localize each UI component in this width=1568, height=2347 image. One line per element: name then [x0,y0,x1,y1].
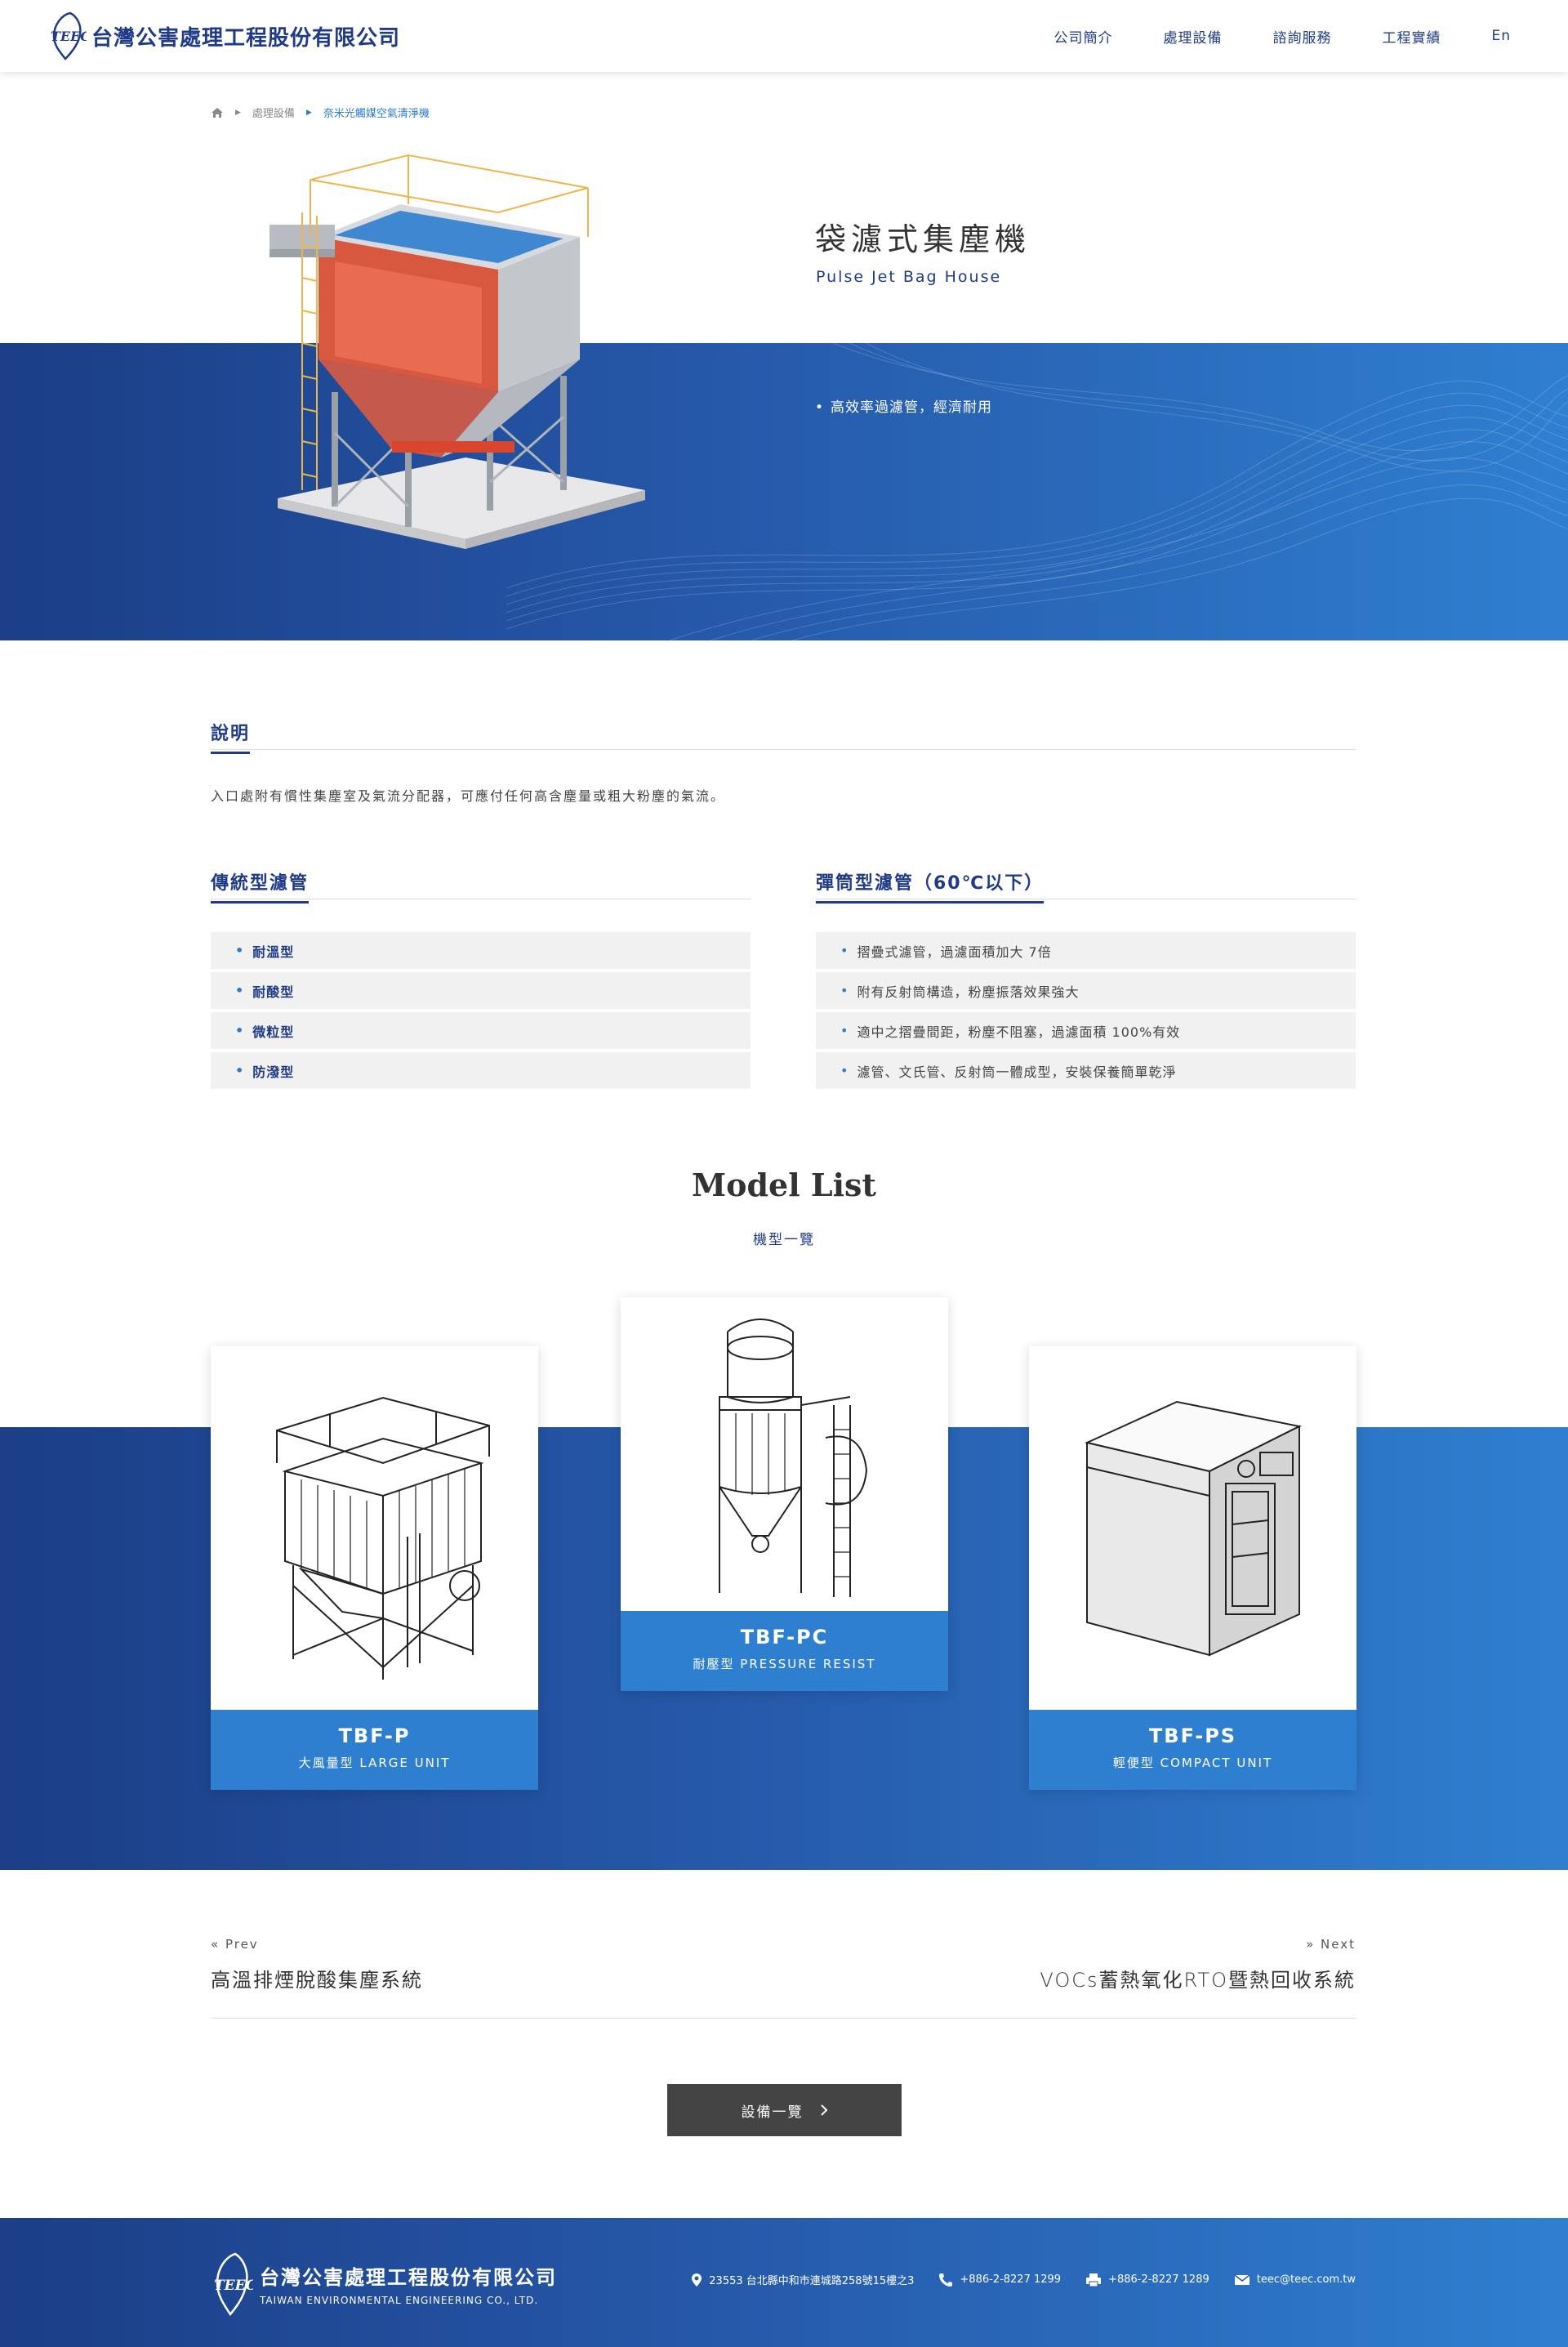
chevron-right-icon [820,2104,827,2116]
main-nav: 公司簡介 處理設備 諮詢服務 工程實績 En [1054,0,1511,72]
divider [211,2018,1356,2019]
equipment-list-label: 設備一覽 [741,2104,804,2121]
address-text: 23553 台北縣中和市連城路258號15樓之3 [709,2275,915,2287]
mail-icon [1234,2273,1250,2285]
footer-email[interactable]: teec@teec.com.tw [1234,2273,1356,2286]
next-label[interactable]: » Next [1306,1937,1356,1952]
prev-link[interactable]: 高溫排煙脫酸集塵系統 [211,1964,423,1992]
model-list-subtitle: 機型一覽 [753,1232,815,1248]
baghouse-illustration [270,154,645,549]
cartridge-filter-heading: 彈筒型濾管（60℃以下） [816,868,1356,904]
breadcrumb-current: 奈米光觸媒空氣清淨機 [323,108,430,120]
footer-fax: +886-2-8227 1289 [1085,2273,1209,2287]
tbf-pc-drawing [718,1319,867,1597]
model-name: TBF-PC [740,1626,829,1649]
email-text: teec@teec.com.tw [1256,2273,1356,2286]
model-image [211,1346,538,1710]
next-link[interactable]: VOCs蓄熱氧化RTO暨熱回收系統 [1040,1964,1356,1992]
traditional-filter-heading: 傳統型濾管 [211,868,751,904]
nav-equipment[interactable]: 處理設備 [1163,26,1222,47]
footer-contacts: 23553 台北縣中和市連城路258號15樓之3 +886-2-8227 129… [691,2272,1356,2287]
site-header: TEEC 台灣公害處理工程股份有限公司 公司簡介 處理設備 諮詢服務 工程實績 … [0,0,1568,72]
cartridge-filter-list: 摺疊式濾管，過濾面積加大 7倍 附有反射筒構造，粉塵振落效果強大 適中之摺疊間距… [816,932,1356,1092]
footer-phone[interactable]: +886-2-8227 1299 [938,2273,1061,2287]
home-icon[interactable] [211,107,224,118]
cartridge-filter-heading-text: 彈筒型濾管（60℃以下） [816,868,1045,904]
svg-text:TEEC: TEEC [214,2278,253,2294]
fax-text: +886-2-8227 1289 [1108,2273,1209,2286]
model-card-tbf-p[interactable]: TBF-P 大風量型 LARGE UNIT [211,1346,538,1790]
taiwan-logo-icon: TEEC [51,11,87,60]
nav-consulting[interactable]: 諮詢服務 [1272,26,1331,47]
list-item: 微粒型 [211,1012,751,1049]
phone-icon [939,2273,953,2287]
list-item: 濾管、文氏管、反射筒一體成型，安裝保養簡單乾淨 [816,1052,1356,1089]
list-item: 耐溫型 [211,932,751,969]
description-heading-text: 說明 [211,719,251,754]
tbf-ps-drawing [1084,1400,1302,1657]
list-item: 適中之摺疊間距，粉塵不阻塞，過濾面積 100%有效 [816,1012,1356,1049]
list-item: 摺疊式濾管，過濾面積加大 7倍 [816,932,1356,969]
model-image [621,1297,948,1611]
traditional-filter-heading-text: 傳統型濾管 [211,868,310,904]
svg-text:TEEC: TEEC [51,29,87,44]
model-image [1029,1346,1356,1710]
model-name: TBF-PS [1148,1725,1237,1747]
model-desc: 大風量型 LARGE UNIT [298,1756,451,1770]
model-caption: TBF-PS 輕便型 COMPACT UNIT [1029,1710,1356,1790]
footer-company-name: 台灣公害處理工程股份有限公司 [260,2264,557,2289]
printer-icon [1086,2273,1102,2287]
model-card-tbf-pc[interactable]: TBF-PC 耐壓型 PRESSURE RESIST [621,1297,948,1691]
list-item: 耐酸型 [211,972,751,1009]
page-title: 袋濾式集塵機 [815,221,1031,257]
list-item: 防潑型 [211,1052,751,1089]
company-name: 台灣公害處理工程股份有限公司 [91,25,401,51]
wave-pattern [506,343,1568,640]
footer-address: 23553 台北縣中和市連城路258號15樓之3 [691,2272,914,2287]
nav-english[interactable]: En [1491,28,1511,44]
footer-company-block: 台灣公害處理工程股份有限公司 TAIWAN ENVIRONMENTAL ENGI… [260,2261,557,2306]
nav-about[interactable]: 公司簡介 [1054,26,1112,47]
footer-company-en: TAIWAN ENVIRONMENTAL ENGINEERING CO., LT… [260,2294,539,2306]
taiwan-logo-icon: TEEC [214,2252,253,2316]
nav-projects[interactable]: 工程實績 [1382,26,1441,47]
model-name: TBF-P [338,1725,411,1747]
breadcrumb-separator: ▶ [305,108,312,117]
model-card-tbf-ps[interactable]: TBF-PS 輕便型 COMPACT UNIT [1029,1346,1356,1790]
breadcrumb-separator: ▶ [235,108,241,117]
model-caption: TBF-P 大風量型 LARGE UNIT [211,1710,538,1790]
location-pin-icon [692,2273,702,2287]
model-list-title: Model List [692,1167,876,1203]
breadcrumb-equipment[interactable]: 處理設備 [252,105,295,120]
prev-label[interactable]: « Prev [211,1937,259,1952]
description-heading: 說明 [211,719,1356,754]
hero-band [0,343,1568,640]
breadcrumb: ▶ 處理設備 ▶ 奈米光觸媒空氣清淨機 [211,105,430,120]
phone-text: +886-2-8227 1299 [960,2273,1062,2286]
footer-logo[interactable]: TEEC 台灣公害處理工程股份有限公司 TAIWAN ENVIRONMENTAL… [211,2251,557,2316]
company-logo[interactable]: TEEC 台灣公害處理工程股份有限公司 [47,11,400,60]
model-caption: TBF-PC 耐壓型 PRESSURE RESIST [621,1611,948,1691]
tbf-p-drawing [275,1396,490,1680]
model-desc: 輕便型 COMPACT UNIT [1112,1756,1273,1770]
list-item: 附有反射筒構造，粉塵振落效果強大 [816,972,1356,1009]
page-subtitle: Pulse Jet Bag House [816,268,1002,286]
hero-bullet: 高效率過濾管，經濟耐用 [815,395,992,416]
model-desc: 耐壓型 PRESSURE RESIST [693,1657,876,1671]
description-text: 入口處附有慣性集塵室及氣流分配器，可應付任何高含塵量或粗大粉塵的氣流。 [211,788,726,804]
equipment-list-button[interactable]: 設備一覽 [667,2084,902,2136]
site-footer: TEEC 台灣公害處理工程股份有限公司 TAIWAN ENVIRONMENTAL… [0,2218,1568,2347]
traditional-filter-list: 耐溫型 耐酸型 微粒型 防潑型 [211,932,751,1092]
